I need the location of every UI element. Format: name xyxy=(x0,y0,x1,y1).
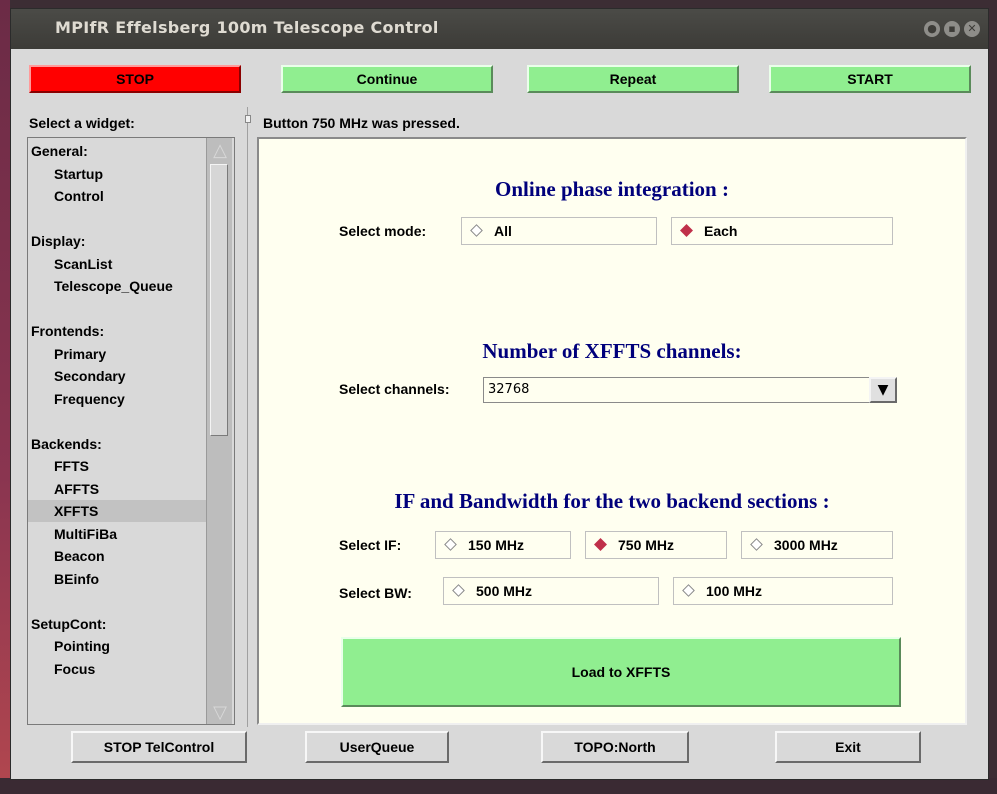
if-150-radio[interactable]: 150 MHz xyxy=(435,531,571,559)
sidebar-item-pointing[interactable]: Pointing xyxy=(28,635,206,657)
channels-select[interactable]: 32768 xyxy=(483,377,897,403)
maximize-icon[interactable]: ▪ xyxy=(944,21,960,37)
xffts-channels-heading: Number of XFFTS channels: xyxy=(482,339,742,363)
desktop-background-bottom xyxy=(0,778,997,794)
sidebar-item-multifiba[interactable]: MultiFiBa xyxy=(28,523,206,545)
mode-all-radio[interactable]: All xyxy=(461,217,657,245)
sidebar-item-beacon[interactable]: Beacon xyxy=(28,545,206,567)
list-category-display[interactable]: Display: xyxy=(28,230,206,252)
repeat-button[interactable]: Repeat xyxy=(527,65,739,93)
sidebar-item-scanlist[interactable]: ScanList xyxy=(28,253,206,275)
scroll-down-icon[interactable]: ▽ xyxy=(210,702,230,724)
sidebar-item-focus[interactable]: Focus xyxy=(28,658,206,680)
userqueue-button[interactable]: UserQueue xyxy=(305,731,449,763)
bw-100-radio[interactable]: 100 MHz xyxy=(673,577,893,605)
sidebar-item-primary[interactable]: Primary xyxy=(28,343,206,365)
pane-divider[interactable] xyxy=(245,107,251,727)
mode-all-label: All xyxy=(494,223,512,239)
select-if-label: Select IF: xyxy=(339,537,402,553)
minimize-icon[interactable]: ● xyxy=(924,21,940,37)
continue-button[interactable]: Continue xyxy=(281,65,493,93)
stop-button[interactable]: STOP xyxy=(29,65,241,93)
scrollbar-thumb[interactable] xyxy=(210,164,228,436)
desktop-background-left xyxy=(0,0,10,794)
mode-each-label: Each xyxy=(704,223,738,239)
bw-100-radio-icon xyxy=(682,584,695,597)
select-channels-label: Select channels: xyxy=(339,381,450,397)
if-3000-radio-icon xyxy=(750,538,763,551)
list-category-setupcont[interactable]: SetupCont: xyxy=(28,613,206,635)
sidebar-item-telescope-queue[interactable]: Telescope_Queue xyxy=(28,275,206,297)
title-bar[interactable]: MPIfR Effelsberg 100m Telescope Control … xyxy=(11,9,988,49)
chevron-down-icon[interactable]: ▼ xyxy=(869,377,897,403)
list-category-general[interactable]: General: xyxy=(28,140,206,162)
window-title: MPIfR Effelsberg 100m Telescope Control xyxy=(55,18,439,37)
bw-500-radio-icon xyxy=(452,584,465,597)
list-category-backends[interactable]: Backends: xyxy=(28,433,206,455)
pane-divider-handle[interactable] xyxy=(245,115,251,123)
if-3000-radio[interactable]: 3000 MHz xyxy=(741,531,893,559)
sidebar-item-ffts[interactable]: FFTS xyxy=(28,455,206,477)
telescope-control-window: MPIfR Effelsberg 100m Telescope Control … xyxy=(10,8,989,780)
if-750-label: 750 MHz xyxy=(618,537,675,553)
if-3000-label: 3000 MHz xyxy=(774,537,838,553)
bw-500-label: 500 MHz xyxy=(476,583,533,599)
xffts-settings-panel: Online phase integration : Select mode: … xyxy=(257,137,967,725)
load-to-xffts-button[interactable]: Load to XFFTS xyxy=(341,637,901,707)
pane-divider-line xyxy=(247,107,248,727)
sidebar-item-affts[interactable]: AFFTS xyxy=(28,478,206,500)
sidebar-item-control[interactable]: Control xyxy=(28,185,206,207)
mode-each-radio[interactable]: Each xyxy=(671,217,893,245)
if-150-label: 150 MHz xyxy=(468,537,525,553)
start-button[interactable]: START xyxy=(769,65,971,93)
widget-list[interactable]: General: Startup Control Display: ScanList Te… xyxy=(27,137,235,725)
if-150-radio-icon xyxy=(444,538,457,551)
scroll-up-icon[interactable]: △ xyxy=(210,140,230,162)
status-message: Button 750 MHz was pressed. xyxy=(263,115,460,131)
exit-button[interactable]: Exit xyxy=(775,731,921,763)
widget-list-scrollbar[interactable]: △ ▽ xyxy=(206,138,232,724)
sidebar-item-startup[interactable]: Startup xyxy=(28,163,206,185)
list-category-frontends[interactable]: Frontends: xyxy=(28,320,206,342)
if-bandwidth-heading: IF and Bandwidth for the two backend sec… xyxy=(394,489,830,513)
bw-100-label: 100 MHz xyxy=(706,583,763,599)
sidebar-item-secondary[interactable]: Secondary xyxy=(28,365,206,387)
topo-north-button[interactable]: TOPO:North xyxy=(541,731,689,763)
mode-all-radio-icon xyxy=(470,224,483,237)
mode-each-radio-icon xyxy=(680,224,693,237)
phase-integration-heading: Online phase integration : xyxy=(495,177,729,201)
stop-telcontrol-button[interactable]: STOP TelControl xyxy=(71,731,247,763)
select-bw-label: Select BW: xyxy=(339,585,412,601)
sidebar-item-beinfo[interactable]: BEinfo xyxy=(28,568,206,590)
widget-list-label: Select a widget: xyxy=(29,115,135,131)
sidebar-item-xffts[interactable]: XFFTS xyxy=(28,500,206,522)
if-750-radio-icon xyxy=(594,538,607,551)
if-750-radio[interactable]: 750 MHz xyxy=(585,531,727,559)
close-icon[interactable]: ✕ xyxy=(964,21,980,37)
bw-500-radio[interactable]: 500 MHz xyxy=(443,577,659,605)
select-mode-label: Select mode: xyxy=(339,223,427,239)
sidebar-item-frequency[interactable]: Frequency xyxy=(28,388,206,410)
